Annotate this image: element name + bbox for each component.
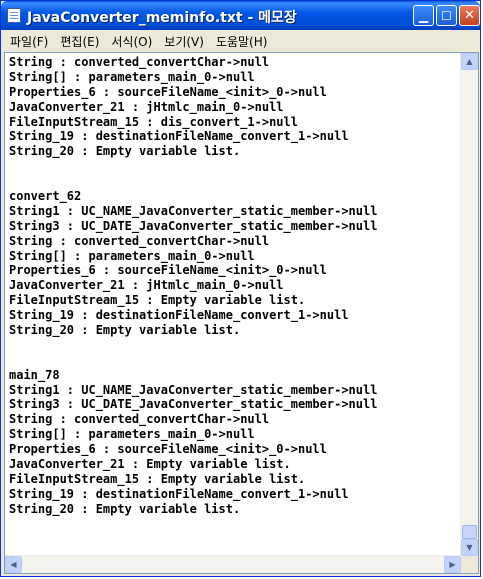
- text-line[interactable]: String_19 : destinationFileName_convert_…: [9, 487, 461, 502]
- scroll-down-button[interactable]: ▼: [461, 539, 478, 556]
- menu-format[interactable]: 서식(O): [105, 33, 158, 50]
- minimize-button[interactable]: ▁: [413, 5, 434, 26]
- vertical-scroll-thumb[interactable]: [462, 525, 477, 539]
- text-line[interactable]: JavaConverter_21 : jHtmlc_main_0->null: [9, 100, 461, 115]
- window-title: JavaConverter_meminfo.txt - 메모장: [27, 10, 297, 26]
- maximize-icon: ☐: [441, 8, 452, 23]
- text-line[interactable]: String[] : parameters_main_0->null: [9, 427, 461, 442]
- text-line[interactable]: JavaConverter_21 : Empty variable list.: [9, 457, 461, 472]
- text-line[interactable]: String_19 : destinationFileName_convert_…: [9, 308, 461, 323]
- text-line[interactable]: FileInputStream_15 : Empty variable list…: [9, 293, 461, 308]
- horizontal-scrollbar[interactable]: ◀ ▶: [5, 555, 461, 573]
- text-line[interactable]: String3 : UC_DATE_JavaConverter_static_m…: [9, 397, 461, 412]
- menu-file[interactable]: 파일(F): [4, 33, 54, 50]
- scroll-up-button[interactable]: ▲: [461, 53, 478, 70]
- text-line[interactable]: [9, 174, 461, 189]
- scroll-up-arrow-icon: ▲: [466, 57, 473, 66]
- text-line[interactable]: String : converted_convertChar->null: [9, 412, 461, 427]
- title-bar[interactable]: JavaConverter_meminfo.txt - 메모장 ▁ ☐ ✕: [1, 1, 480, 30]
- text-line[interactable]: String1 : UC_NAME_JavaConverter_static_m…: [9, 383, 461, 398]
- notepad-window: JavaConverter_meminfo.txt - 메모장 ▁ ☐ ✕ 파일…: [0, 0, 481, 577]
- size-grip[interactable]: [461, 556, 478, 573]
- scroll-left-arrow-icon: ◀: [10, 560, 17, 569]
- text-line[interactable]: Properties_6 : sourceFileName_<init>_0->…: [9, 85, 461, 100]
- text-line[interactable]: [9, 338, 461, 353]
- menu-edit[interactable]: 편집(E): [54, 33, 105, 50]
- text-line[interactable]: String_19 : destinationFileName_convert_…: [9, 129, 461, 144]
- text-editor[interactable]: String : converted_convertChar->null Stri…: [4, 52, 479, 574]
- text-content[interactable]: String : converted_convertChar->null Stri…: [9, 55, 461, 555]
- text-line[interactable]: String1 : UC_NAME_JavaConverter_static_m…: [9, 204, 461, 219]
- text-line[interactable]: String_20 : Empty variable list.: [9, 323, 461, 338]
- text-line[interactable]: convert_62: [9, 189, 461, 204]
- scroll-right-button[interactable]: ▶: [444, 556, 461, 573]
- text-line[interactable]: Properties_6 : sourceFileName_<init>_0->…: [9, 442, 461, 457]
- menu-view[interactable]: 보기(V): [158, 33, 210, 50]
- text-line[interactable]: Properties_6 : sourceFileName_<init>_0->…: [9, 263, 461, 278]
- text-line[interactable]: FileInputStream_15 : Empty variable list…: [9, 472, 461, 487]
- text-line[interactable]: String[] : parameters_main_0->null: [9, 70, 461, 85]
- text-line[interactable]: String_20 : Empty variable list.: [9, 502, 461, 517]
- vertical-scrollbar[interactable]: ▲ ▼: [460, 53, 478, 556]
- minimize-icon: ▁: [418, 8, 429, 23]
- menu-help[interactable]: 도움말(H): [210, 33, 274, 50]
- scroll-left-button[interactable]: ◀: [5, 556, 22, 573]
- close-button[interactable]: ✕: [459, 5, 480, 26]
- text-line[interactable]: String3 : UC_DATE_JavaConverter_static_m…: [9, 219, 461, 234]
- text-line[interactable]: FileInputStream_15 : dis_convert_1->null: [9, 115, 461, 130]
- text-line[interactable]: JavaConverter_21 : jHtmlc_main_0->null: [9, 278, 461, 293]
- text-line[interactable]: [9, 353, 461, 368]
- text-line[interactable]: main_78: [9, 368, 461, 383]
- text-line[interactable]: String : converted_convertChar->null: [9, 234, 461, 249]
- maximize-button[interactable]: ☐: [436, 5, 457, 26]
- notepad-icon[interactable]: [7, 8, 21, 23]
- close-icon: ✕: [464, 8, 475, 23]
- text-line[interactable]: String : converted_convertChar->null: [9, 55, 461, 70]
- text-line[interactable]: [9, 159, 461, 174]
- text-line[interactable]: String_20 : Empty variable list.: [9, 144, 461, 159]
- scroll-right-arrow-icon: ▶: [449, 560, 456, 569]
- text-line[interactable]: String[] : parameters_main_0->null: [9, 249, 461, 264]
- menu-bar: 파일(F) 편집(E) 서식(O) 보기(V) 도움말(H): [4, 31, 478, 51]
- scroll-down-arrow-icon: ▼: [466, 543, 473, 552]
